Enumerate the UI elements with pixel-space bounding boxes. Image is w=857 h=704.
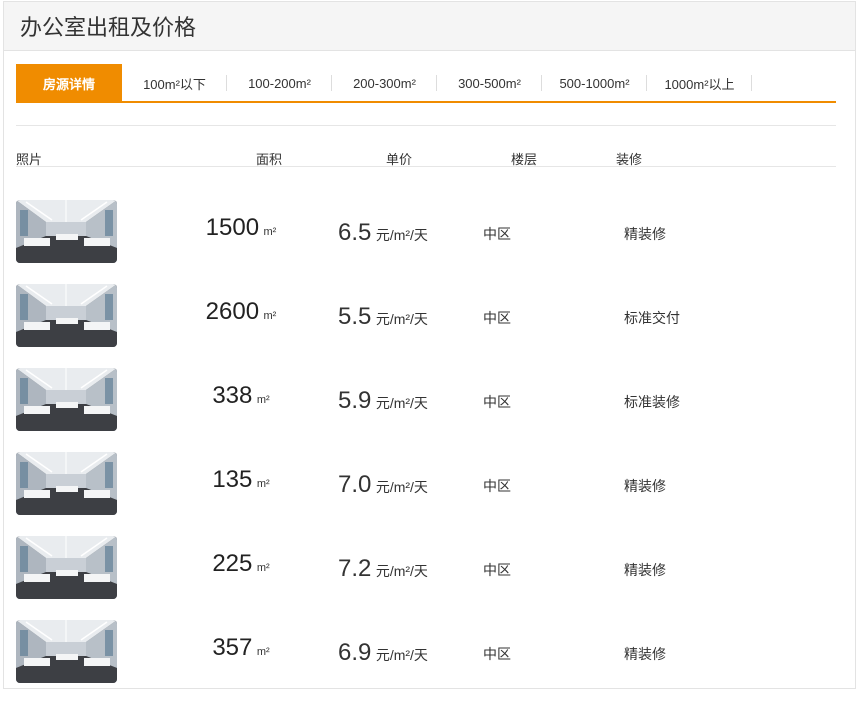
page-title: 办公室出租及价格: [20, 16, 197, 41]
col-price: 单价: [386, 152, 413, 167]
listing-row[interactable]: 135 m² 7.0 元/m²/天 中区 精装修: [16, 452, 836, 536]
listing-list: 1500 m² 6.5 元/m²/天 中区 精装修 2600 m² 5.5 元/…: [16, 200, 836, 704]
listing-area: 2600 m²: [166, 298, 316, 326]
listing-floor: 中区: [483, 394, 511, 410]
listing-price: 5.5 元/m²/天: [338, 303, 428, 331]
listing-decoration: 标准交付: [624, 310, 680, 326]
listing-floor: 中区: [483, 226, 511, 242]
area-value: 1500: [205, 214, 260, 241]
tab-over-1000[interactable]: 1000m²以上: [647, 64, 752, 102]
office-photo[interactable]: [16, 536, 117, 599]
listing-price: 7.0 元/m²/天: [338, 471, 428, 499]
listing-area: 1500 m²: [166, 214, 316, 242]
divider: [16, 125, 836, 126]
office-photo[interactable]: [16, 368, 117, 431]
office-interior-image: [16, 536, 117, 599]
price-value: 7.0: [338, 471, 372, 498]
listing-area: 338 m²: [166, 382, 316, 410]
col-photo: 照片: [16, 152, 43, 167]
col-decoration: 装修: [616, 152, 643, 167]
tab-300-500[interactable]: 300-500m²: [437, 64, 542, 102]
listing-floor: 中区: [483, 646, 511, 662]
office-interior-image: [16, 620, 117, 683]
area-unit: m²: [256, 394, 270, 406]
panel-header: 办公室出租及价格: [4, 2, 855, 51]
listing-decoration: 精装修: [624, 646, 666, 662]
price-value: 6.9: [338, 639, 372, 666]
office-photo[interactable]: [16, 284, 117, 347]
listing-floor: 中区: [483, 310, 511, 326]
listing-area: 357 m²: [166, 634, 316, 662]
area-unit: m²: [256, 562, 270, 574]
price-value: 6.5: [338, 219, 372, 246]
area-unit: m²: [263, 310, 277, 322]
price-unit: 元/m²/天: [375, 227, 428, 243]
listing-price: 7.2 元/m²/天: [338, 555, 428, 583]
office-interior-image: [16, 200, 117, 263]
tab-listing-details[interactable]: 房源详情: [16, 64, 122, 102]
area-value: 225: [212, 550, 253, 577]
area-unit: m²: [263, 226, 277, 238]
listing-decoration: 精装修: [624, 478, 666, 494]
area-unit: m²: [256, 646, 270, 658]
price-value: 5.9: [338, 387, 372, 414]
office-photo[interactable]: [16, 452, 117, 515]
listing-row[interactable]: 225 m² 7.2 元/m²/天 中区 精装修: [16, 536, 836, 620]
office-photo[interactable]: [16, 200, 117, 263]
col-area: 面积: [256, 152, 283, 167]
area-value: 2600: [205, 298, 260, 325]
listing-floor: 中区: [483, 562, 511, 578]
area-value: 357: [212, 634, 253, 661]
listing-decoration: 精装修: [624, 562, 666, 578]
listing-price: 5.9 元/m²/天: [338, 387, 428, 415]
listing-decoration: 标准装修: [624, 394, 680, 410]
office-interior-image: [16, 284, 117, 347]
area-unit: m²: [256, 478, 270, 490]
price-value: 5.5: [338, 303, 372, 330]
listing-price: 6.9 元/m²/天: [338, 639, 428, 667]
price-unit: 元/m²/天: [375, 479, 428, 495]
area-filter-tabs: 房源详情 100m²以下 100-200m² 200-300m² 300-500…: [16, 64, 836, 103]
price-unit: 元/m²/天: [375, 563, 428, 579]
tab-under-100[interactable]: 100m²以下: [122, 64, 227, 102]
table-header: 照片 面积 单价 楼层 装修: [16, 147, 836, 167]
office-photo[interactable]: [16, 620, 117, 683]
listing-row[interactable]: 338 m² 5.9 元/m²/天 中区 标准装修: [16, 368, 836, 452]
price-unit: 元/m²/天: [375, 647, 428, 663]
listing-decoration: 精装修: [624, 226, 666, 242]
area-value: 338: [212, 382, 253, 409]
price-unit: 元/m²/天: [375, 311, 428, 327]
office-interior-image: [16, 452, 117, 515]
listing-floor: 中区: [483, 478, 511, 494]
tab-200-300[interactable]: 200-300m²: [332, 64, 437, 102]
listing-area: 225 m²: [166, 550, 316, 578]
listing-row[interactable]: 357 m² 6.9 元/m²/天 中区 精装修: [16, 620, 836, 704]
listing-row[interactable]: 1500 m² 6.5 元/m²/天 中区 精装修: [16, 200, 836, 284]
price-value: 7.2: [338, 555, 372, 582]
col-floor: 楼层: [511, 152, 538, 167]
listing-price: 6.5 元/m²/天: [338, 219, 428, 247]
listing-area: 135 m²: [166, 466, 316, 494]
office-interior-image: [16, 368, 117, 431]
area-value: 135: [212, 466, 253, 493]
tab-100-200[interactable]: 100-200m²: [227, 64, 332, 102]
listing-row[interactable]: 2600 m² 5.5 元/m²/天 中区 标准交付: [16, 284, 836, 368]
price-unit: 元/m²/天: [375, 395, 428, 411]
tab-500-1000[interactable]: 500-1000m²: [542, 64, 647, 102]
